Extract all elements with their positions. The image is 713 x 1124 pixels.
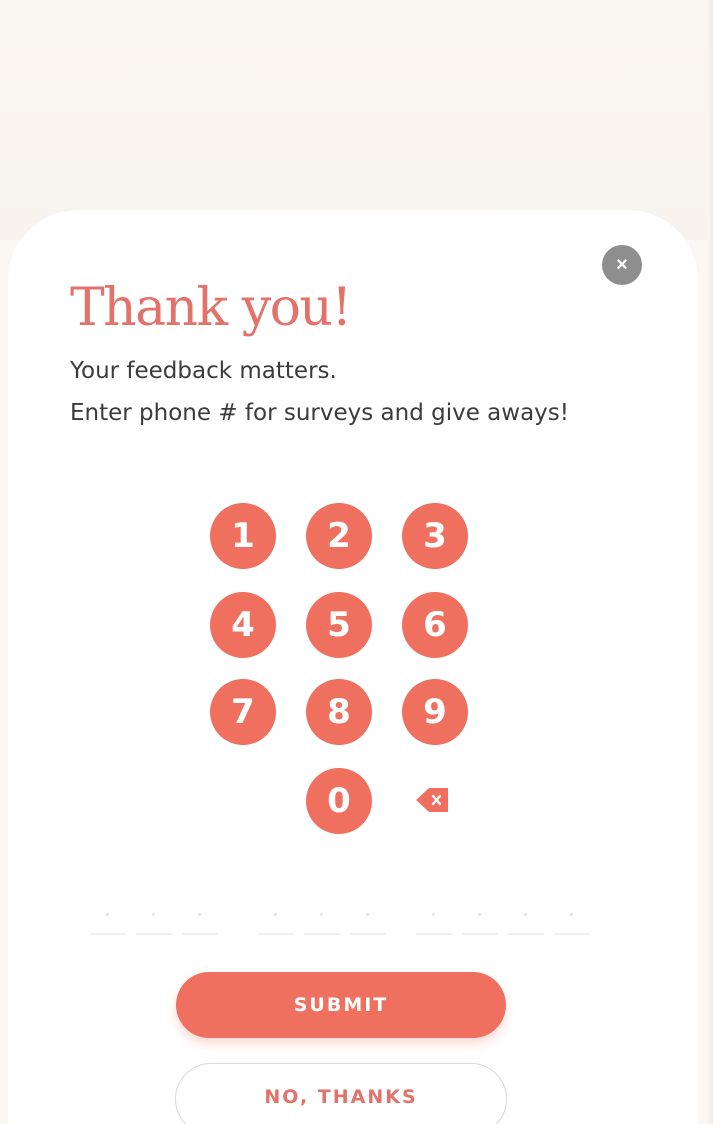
keypad-key-3[interactable]: 3 [402, 503, 468, 569]
digit-slot [182, 905, 218, 935]
digit-slot [90, 905, 126, 935]
keypad-key-7[interactable]: 7 [210, 679, 276, 745]
close-button[interactable]: × [602, 245, 642, 285]
keypad-key-2[interactable]: 2 [306, 503, 372, 569]
dialog-subtitle: Your feedback matters. [70, 358, 337, 384]
keypad-key-1[interactable]: 1 [210, 503, 276, 569]
keypad-key-0[interactable]: 0 [306, 768, 372, 834]
digit-slot [304, 905, 340, 935]
digit-slot [554, 905, 590, 935]
digit-slot [462, 905, 498, 935]
keypad-key-5[interactable]: 5 [306, 592, 372, 658]
digit-slot [508, 905, 544, 935]
backspace-icon [416, 788, 448, 812]
phone-prompt: Enter phone # for surveys and give aways… [70, 400, 569, 426]
backspace-button[interactable] [412, 783, 452, 817]
keypad-key-9[interactable]: 9 [402, 679, 468, 745]
digit-slot [258, 905, 294, 935]
phone-number-field[interactable] [90, 905, 590, 945]
digit-slot [350, 905, 386, 935]
close-icon: × [616, 254, 628, 276]
digit-slot [136, 905, 172, 935]
keypad-key-4[interactable]: 4 [210, 592, 276, 658]
survey-screen: × Thank you! Your feedback matters. Ente… [0, 0, 713, 1124]
keypad-key-6[interactable]: 6 [402, 592, 468, 658]
submit-button[interactable]: SUBMIT [176, 972, 506, 1038]
scrollbar-edge [707, 0, 713, 1124]
dialog-title: Thank you! [70, 278, 352, 338]
background-header [0, 0, 713, 240]
digit-slot [416, 905, 452, 935]
no-thanks-button[interactable]: NO, THANKS [175, 1063, 507, 1124]
keypad-key-8[interactable]: 8 [306, 679, 372, 745]
